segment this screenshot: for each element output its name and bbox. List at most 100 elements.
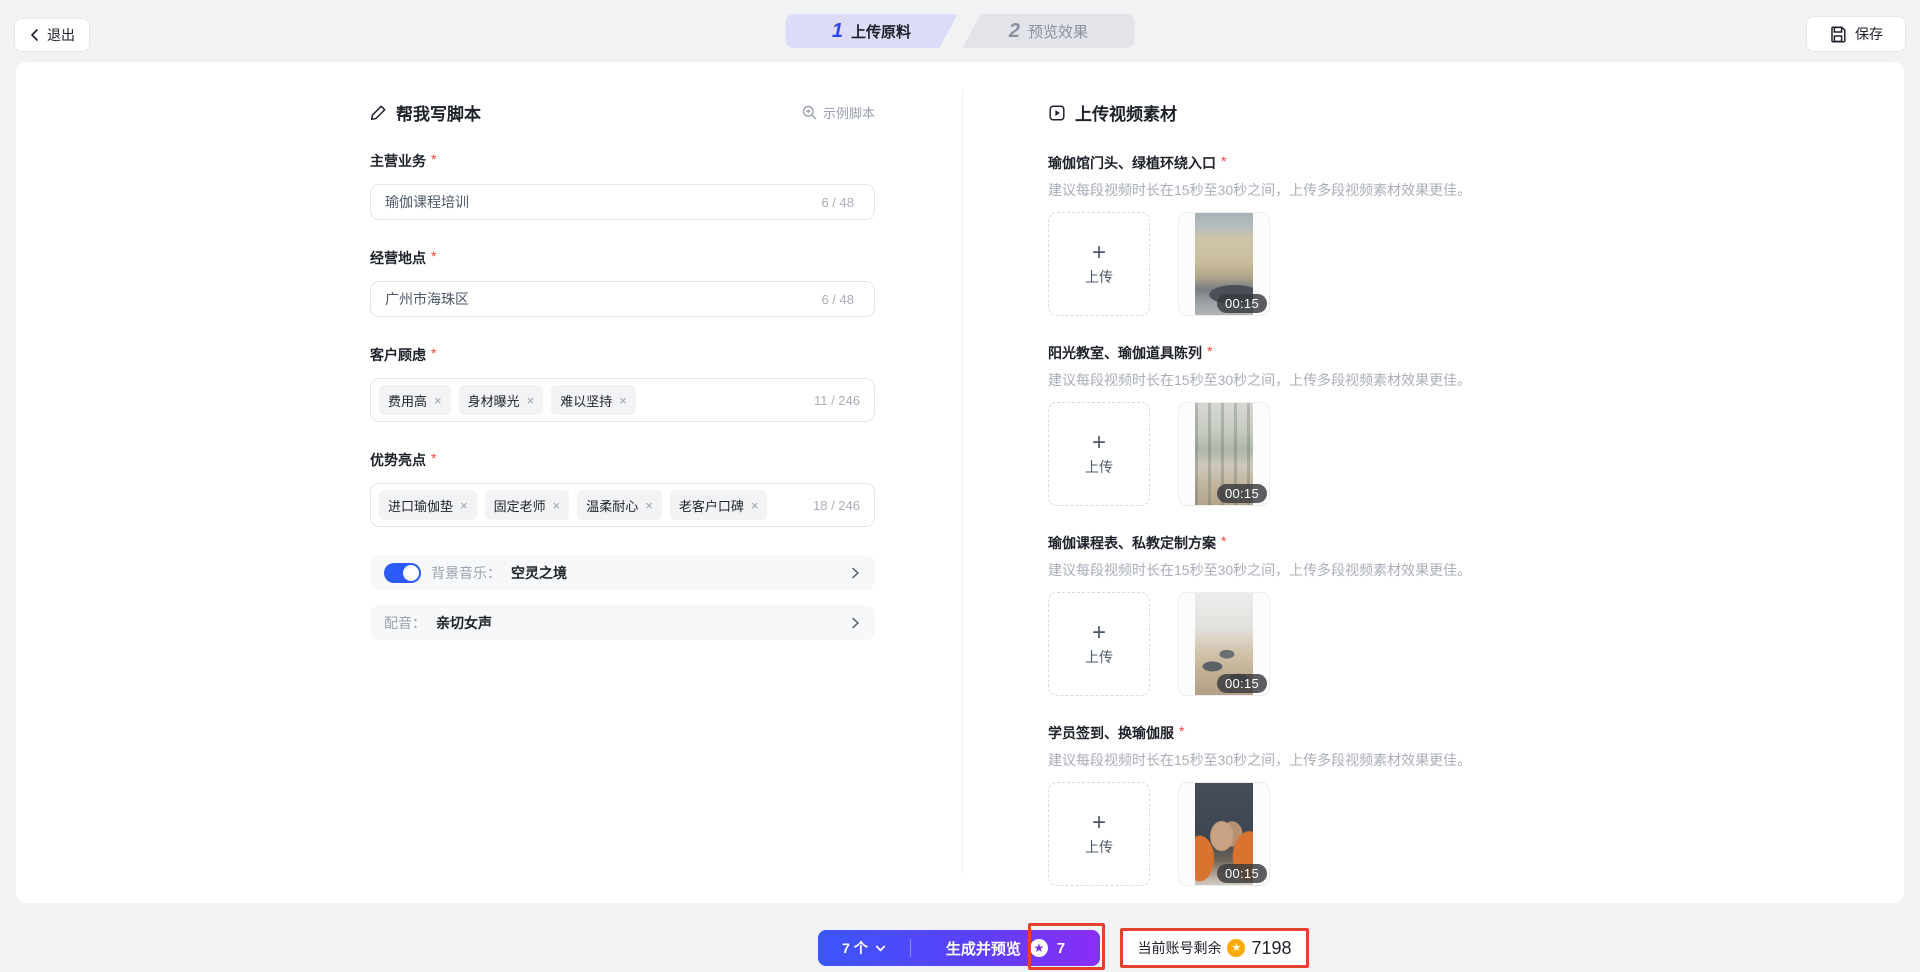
customer-concerns-input[interactable]: 费用高× 身材曝光× 难以坚持× 11 / 246 [370,378,875,422]
step-number: 2 [1009,20,1020,43]
credit-coin-icon: ★ [1030,939,1048,957]
save-button[interactable]: 保存 [1806,16,1906,52]
step-label: 上传原料 [851,21,911,42]
plus-icon: + [1092,431,1106,455]
tab-upload-materials[interactable]: 1 上传原料 [786,14,958,48]
tag-close-icon[interactable]: × [434,393,442,408]
upload-section-schedule: 瑜伽课程表、私教定制方案* 建议每段视频时长在15秒至30秒之间，上传多段视频素… [1048,533,1608,696]
duration-badge: 00:15 [1217,484,1267,503]
video-count-dropdown[interactable]: 7 个 [818,938,910,958]
tag-item: 固定老师× [485,490,570,520]
required-mark: * [431,151,436,171]
upload-panel-title: 上传视频素材 [1075,100,1177,125]
script-form-panel: 帮我写脚本 示例脚本 主营业务* 瑜伽课程培训 6 / 48 经营地点* 广州市… [370,100,875,640]
voiceover-value: 亲切女声 [436,613,492,633]
tag-item: 费用高× [379,385,451,415]
pencil-icon [370,104,387,121]
tag-close-icon[interactable]: × [645,498,653,513]
upload-section-studio: 阳光教室、瑜伽道具陈列* 建议每段视频时长在15秒至30秒之间，上传多段视频素材… [1048,343,1608,506]
required-mark: * [431,450,436,470]
balance-label: 当前账号剩余 [1137,938,1221,958]
tag-close-icon[interactable]: × [553,498,561,513]
music-value: 空灵之境 [511,563,567,583]
video-thumbnail[interactable]: 00:15 [1178,782,1270,886]
upload-button[interactable]: + 上传 [1048,212,1150,316]
upload-button[interactable]: + 上传 [1048,402,1150,506]
column-divider [962,90,963,875]
upload-hint: 建议每段视频时长在15秒至30秒之间，上传多段视频素材效果更佳。 [1048,180,1608,200]
video-thumbnail[interactable]: 00:15 [1178,592,1270,696]
balance-value: 7198 [1251,938,1291,959]
exit-label: 退出 [47,25,75,45]
chevron-down-icon [875,943,886,954]
char-counter: 18 / 246 [813,498,866,513]
tag-item: 温柔耐心× [577,490,662,520]
upload-panel-title-row: 上传视频素材 [1048,100,1608,125]
account-balance-annotated: 当前账号剩余 ★ 7198 [1120,928,1309,968]
cost-value: 7 [1057,940,1065,957]
chevron-right-icon [849,617,861,629]
step-number: 1 [832,20,843,43]
save-label: 保存 [1855,24,1883,44]
field-label-customer-concerns: 客户顾虑* [370,345,875,365]
duration-badge: 00:15 [1217,864,1267,883]
upload-button[interactable]: + 上传 [1048,592,1150,696]
plus-icon: + [1092,241,1106,265]
tag-close-icon[interactable]: × [751,498,759,513]
required-mark: * [431,345,436,365]
tag-close-icon[interactable]: × [460,498,468,513]
video-file-icon [1048,104,1066,122]
music-label: 背景音乐： [431,563,501,583]
char-counter: 6 / 48 [821,292,860,307]
plus-icon: + [1092,811,1106,835]
voiceover-row[interactable]: 配音： 亲切女声 [370,605,875,640]
chevron-left-icon [29,29,41,41]
field-label-business-location: 经营地点* [370,248,875,268]
char-counter: 11 / 246 [814,393,866,408]
main-business-value: 瑜伽课程培训 [385,192,821,212]
duration-badge: 00:15 [1217,674,1267,693]
required-mark: * [1221,153,1226,173]
background-music-row[interactable]: 背景音乐： 空灵之境 [370,555,875,590]
tab-preview-effect[interactable]: 2 预览效果 [963,14,1135,48]
tag-item: 老客户口碑× [670,490,768,520]
video-count-label: 7 个 [842,938,868,958]
tag-item: 难以坚持× [551,385,636,415]
upload-hint: 建议每段视频时长在15秒至30秒之间，上传多段视频素材效果更佳。 [1048,370,1608,390]
advantages-input[interactable]: 进口瑜伽垫× 固定老师× 温柔耐心× 老客户口碑× 18 / 246 [370,483,875,527]
example-script-link[interactable]: 示例脚本 [802,103,875,122]
upload-section-checkin: 学员签到、换瑜伽服* 建议每段视频时长在15秒至30秒之间，上传多段视频素材效果… [1048,723,1608,886]
script-form-title: 帮我写脚本 [396,100,481,125]
upload-button[interactable]: + 上传 [1048,782,1150,886]
tag-item: 身材曝光× [459,385,544,415]
upload-hint: 建议每段视频时长在15秒至30秒之间，上传多段视频素材效果更佳。 [1048,750,1608,770]
video-thumbnail[interactable]: 00:15 [1178,402,1270,506]
example-script-label: 示例脚本 [823,103,875,122]
business-location-value: 广州市海珠区 [385,289,821,309]
step-tabs: 1 上传原料 2 预览效果 [786,14,1135,48]
tag-close-icon[interactable]: × [527,393,535,408]
step-label: 预览效果 [1028,21,1088,42]
generate-preview-action[interactable]: 生成并预览 ★ 7 [911,938,1100,959]
chevron-right-icon [849,567,861,579]
music-toggle[interactable] [384,563,421,583]
generate-label: 生成并预览 [946,938,1021,959]
zoom-in-icon [802,105,817,120]
required-mark: * [1179,723,1184,743]
tag-close-icon[interactable]: × [619,393,627,408]
top-bar: 退出 1 上传原料 2 预览效果 保存 [0,0,1920,62]
duration-badge: 00:15 [1217,294,1267,313]
char-counter: 6 / 48 [821,195,860,210]
generate-button[interactable]: 7 个 生成并预览 ★ 7 [818,930,1100,966]
required-mark: * [1207,343,1212,363]
video-thumbnail[interactable]: 00:15 [1178,212,1270,316]
business-location-input[interactable]: 广州市海珠区 6 / 48 [370,281,875,317]
tag-item: 进口瑜伽垫× [379,490,477,520]
save-icon [1829,25,1847,43]
required-mark: * [1221,533,1226,553]
field-label-main-business: 主营业务* [370,151,875,171]
exit-button[interactable]: 退出 [14,18,90,52]
plus-icon: + [1092,621,1106,645]
main-business-input[interactable]: 瑜伽课程培训 6 / 48 [370,184,875,220]
gold-coin-icon: ★ [1227,939,1245,957]
